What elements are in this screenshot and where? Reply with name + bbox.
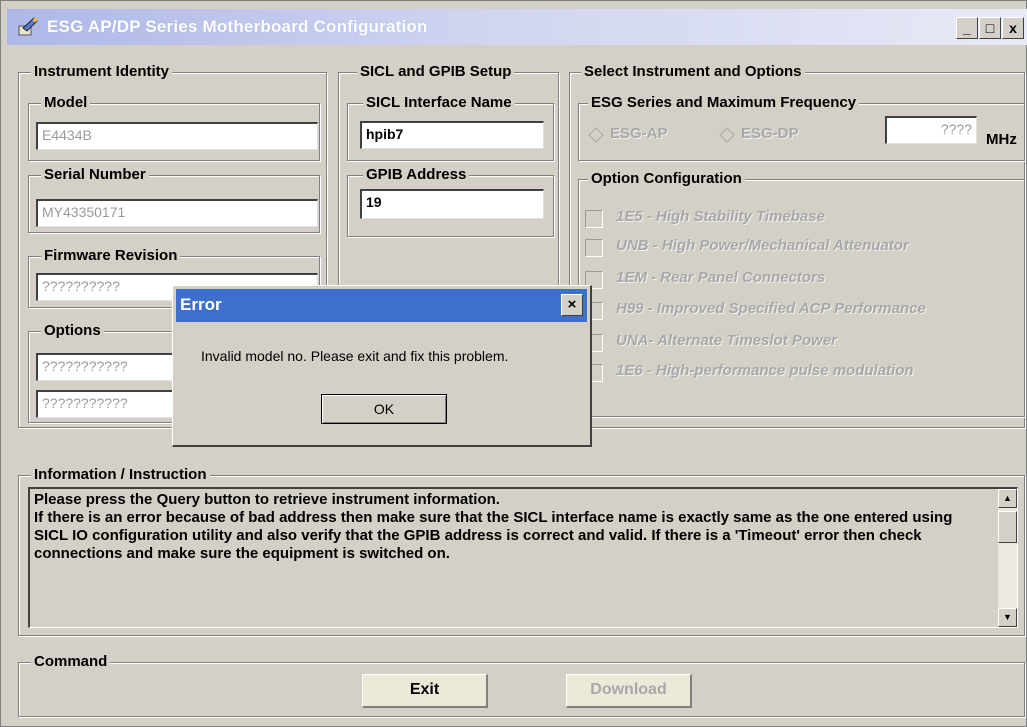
serial-number-field: MY43350171 [36,199,318,227]
information-label: Information / Instruction [31,467,210,483]
error-dialog-title: Error [180,295,222,314]
instrument-identity-label: Instrument Identity [31,64,173,80]
gpib-address-label: GPIB Address [363,167,470,183]
option-checkbox-1e5[interactable] [585,210,603,228]
app-icon [18,17,38,36]
model-field: E4434B [36,122,318,150]
error-dialog-title-bar[interactable]: Error × [176,289,587,322]
maximize-button[interactable]: □ [979,17,1001,39]
model-label: Model [41,95,91,111]
scroll-up-icon[interactable]: ▲ [998,489,1017,508]
sicl-interface-input[interactable]: hpib7 [360,121,544,149]
option-label-h99: H99 - Improved Specified ACP Performance [616,300,926,317]
frequency-unit: MHz [986,131,1017,148]
options-label: Options [41,323,104,339]
option-label-1e6: 1E6 - High-performance pulse modulation [616,362,914,379]
gpib-address-input[interactable]: 19 [360,189,544,219]
ok-button[interactable]: OK [321,394,447,424]
information-scrollbar[interactable]: ▲ ▼ [998,489,1017,627]
title-bar[interactable]: ESG AP/DP Series Motherboard Configurati… [7,9,1027,45]
command-group [18,662,1025,717]
scroll-down-icon[interactable]: ▼ [998,608,1017,627]
radio-esg-dp-label: ESG-DP [741,125,799,142]
option-label-1em: 1EM - Rear Panel Connectors [616,269,826,286]
command-label: Command [31,654,111,670]
select-instrument-label: Select Instrument and Options [581,64,805,80]
option-label-una: UNA- Alternate Timeslot Power [616,332,837,349]
radio-esg-ap-label: ESG-AP [610,125,668,142]
information-textbox[interactable]: Please press the Query button to retriev… [28,487,1018,628]
option-config-label: Option Configuration [588,171,745,187]
error-dialog: Error × Invalid model no. Please exit an… [172,285,592,447]
information-text: Please press the Query button to retriev… [34,491,953,562]
sicl-interface-label: SICL Interface Name [363,95,515,111]
error-dialog-message: Invalid model no. Please exit and fix th… [201,348,509,364]
option-checkbox-unb[interactable] [585,239,603,257]
series-frequency-label: ESG Series and Maximum Frequency [588,95,860,111]
download-button[interactable]: Download [566,674,692,708]
option-label-1e5: 1E5 - High Stability Timebase [616,208,825,225]
serial-number-label: Serial Number [41,167,149,183]
radio-esg-ap[interactable] [588,127,604,143]
window-title: ESG AP/DP Series Motherboard Configurati… [47,17,428,36]
frequency-field: ???? [885,116,977,144]
main-window: ESG AP/DP Series Motherboard Configurati… [0,0,1027,727]
close-button[interactable]: x [1002,17,1024,39]
scroll-thumb[interactable] [998,511,1017,543]
sicl-gpib-label: SICL and GPIB Setup [357,64,515,80]
error-dialog-close-icon[interactable]: × [561,294,583,316]
exit-button[interactable]: Exit [362,674,488,708]
option-label-unb: UNB - High Power/Mechanical Attenuator [616,237,909,254]
firmware-revision-label: Firmware Revision [41,248,181,264]
minimize-button[interactable]: _ [956,17,978,39]
radio-esg-dp[interactable] [719,127,735,143]
